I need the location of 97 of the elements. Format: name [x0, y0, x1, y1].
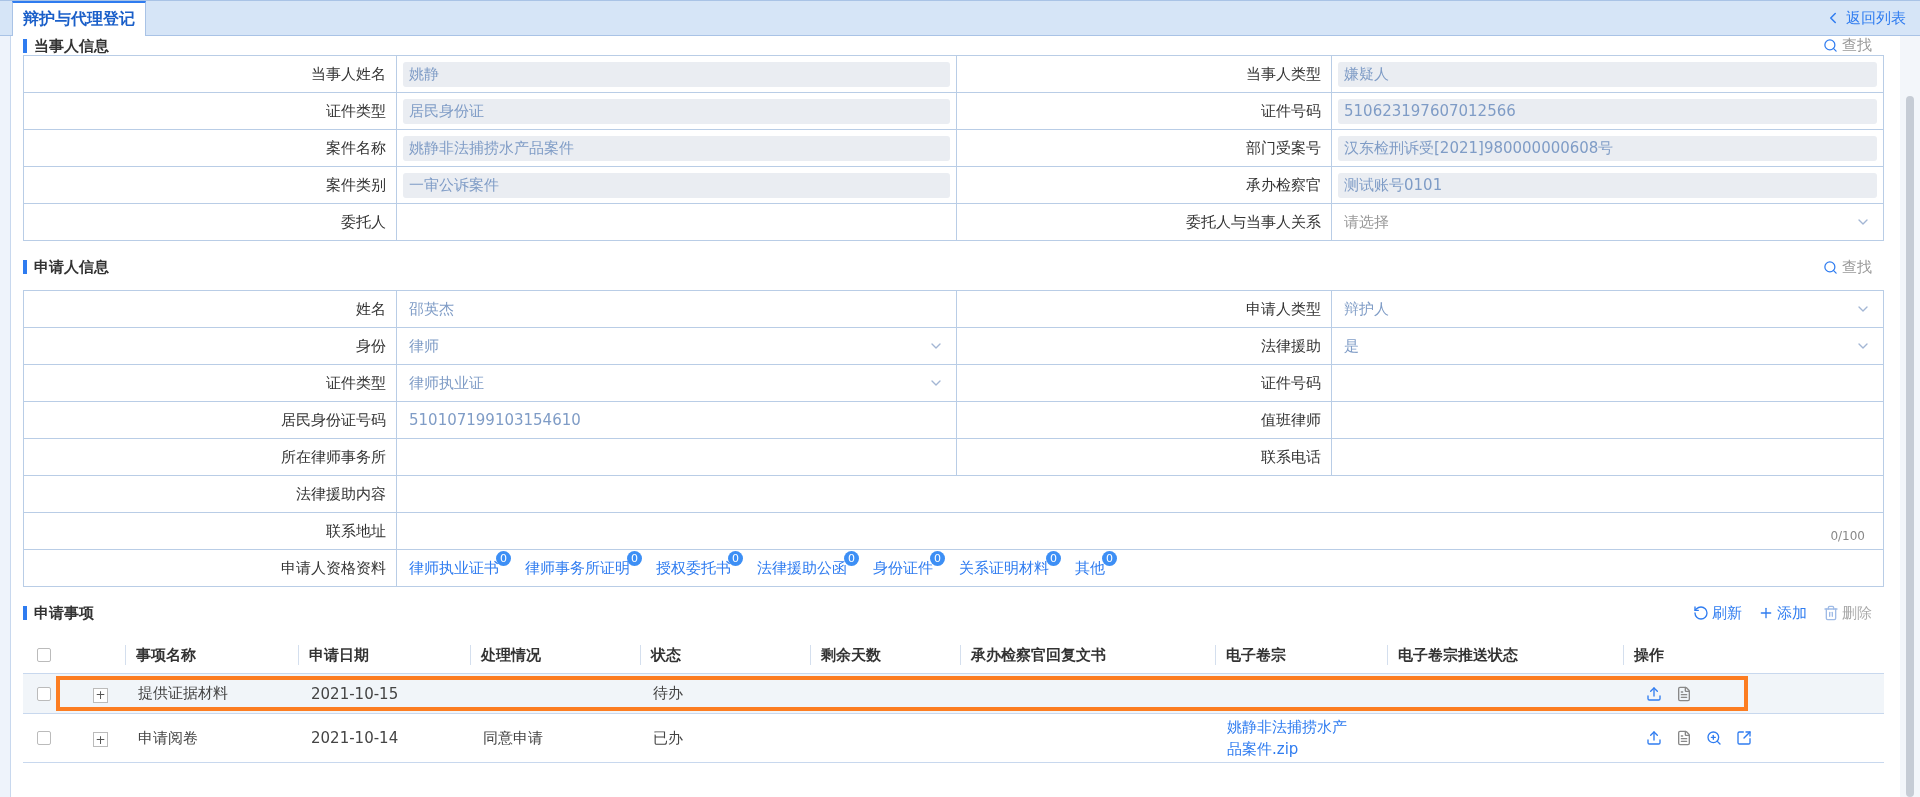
- document-icon[interactable]: [1676, 730, 1692, 746]
- field-label: 委托人与当事人关系: [957, 204, 1332, 241]
- plus-icon: [1758, 605, 1774, 621]
- field-label: 证件类型: [24, 93, 397, 130]
- readonly-field: 嫌疑人: [1338, 61, 1877, 87]
- field-label: 当事人类型: [957, 56, 1332, 93]
- readonly-field: 汉东检刑诉受[2021]980000000608号: [1338, 135, 1877, 161]
- column-header: 电子卷宗: [1215, 644, 1387, 665]
- section-title: 申请事项: [23, 606, 94, 620]
- select-field[interactable]: 律师: [403, 331, 950, 361]
- zoom-in-icon[interactable]: [1706, 730, 1722, 746]
- readonly-field: 姚静非法捕捞水产品案件: [403, 135, 950, 161]
- field-label: 案件类别: [24, 167, 397, 204]
- column-header: 承办检察官回复文书: [960, 644, 1215, 665]
- attachment-link[interactable]: 身份证件: [873, 558, 933, 578]
- row-checkbox[interactable]: [37, 686, 51, 701]
- table-cell-text: 2021-10-14: [310, 729, 400, 747]
- input-field[interactable]: [1332, 402, 1884, 439]
- attachment-link[interactable]: 法律援助公函: [757, 558, 847, 578]
- field-label: 值班律师: [957, 402, 1332, 439]
- field-label: 案件名称: [24, 130, 397, 167]
- input-field[interactable]: [1332, 439, 1884, 476]
- field-label: 证件号码: [957, 93, 1332, 130]
- column-header: 操作: [1623, 644, 1884, 665]
- input-field[interactable]: [397, 204, 957, 241]
- field-label: 申请人资格资料: [24, 550, 397, 587]
- refresh-button[interactable]: 刷新: [1693, 603, 1742, 623]
- expand-button[interactable]: +: [93, 732, 108, 747]
- field-label: 身份: [24, 328, 397, 365]
- field-label: 证件号码: [957, 365, 1332, 402]
- table-cell-text: 申请阅卷: [137, 728, 199, 748]
- document-icon[interactable]: [1676, 685, 1692, 702]
- back-link[interactable]: 返回列表: [1824, 8, 1906, 28]
- search-icon: [1823, 38, 1838, 53]
- attachment-link[interactable]: 律师事务所证明: [525, 558, 630, 578]
- field-label: 联系电话: [957, 439, 1332, 476]
- field-label: 法律援助内容: [24, 476, 397, 513]
- field-label: 居民身份证号码: [24, 402, 397, 439]
- input-field[interactable]: [397, 439, 957, 476]
- column-header: 处理情况: [470, 644, 640, 665]
- text-field[interactable]: 邵英杰: [403, 299, 950, 319]
- section-title: 当事人信息: [23, 38, 109, 53]
- file-link[interactable]: 姚静非法捕捞水产品案件.zip: [1215, 716, 1357, 760]
- tab[interactable]: 辩护与代理登记: [12, 1, 146, 36]
- field-label: 法律援助: [957, 328, 1332, 365]
- attachment-link[interactable]: 其他: [1075, 558, 1105, 578]
- field-label: 当事人姓名: [24, 56, 397, 93]
- upload-icon[interactable]: [1646, 685, 1662, 702]
- attachment-link[interactable]: 律师执业证书: [409, 558, 499, 578]
- table-cell-text: 2021-10-15: [310, 684, 400, 703]
- text-field[interactable]: 510107199103154610: [403, 411, 950, 429]
- field-label: 证件类型: [24, 365, 397, 402]
- select-field[interactable]: 请选择: [1338, 207, 1877, 237]
- trash-icon: [1823, 605, 1839, 621]
- select-field[interactable]: 辩护人: [1338, 294, 1877, 324]
- column-header: 剩余天数: [810, 644, 960, 665]
- attachment-link[interactable]: 授权委托书: [656, 558, 731, 578]
- field-label: 所在律师事务所: [24, 439, 397, 476]
- readonly-field: 一审公诉案件: [403, 172, 950, 198]
- field-label: 委托人: [24, 204, 397, 241]
- select-field[interactable]: 律师执业证: [403, 368, 950, 398]
- field-label: 姓名: [24, 291, 397, 328]
- column-header: 申请日期: [298, 644, 470, 665]
- count-badge: 0: [1046, 550, 1061, 566]
- search-icon: [1823, 259, 1838, 275]
- scrollbar-thumb[interactable]: [1906, 96, 1914, 797]
- field-label: 承办检察官: [957, 167, 1332, 204]
- upload-icon[interactable]: [1646, 730, 1662, 746]
- section-title: 申请人信息: [23, 260, 109, 274]
- readonly-field: 测试账号0101: [1338, 172, 1877, 198]
- expand-button[interactable]: +: [93, 687, 108, 703]
- attachment-link[interactable]: 关系证明材料: [959, 558, 1049, 578]
- column-header: 事项名称: [125, 644, 298, 665]
- readonly-field: 姚静: [403, 61, 950, 87]
- input-field[interactable]: [397, 476, 1884, 513]
- table-cell-text: 待办: [652, 684, 684, 703]
- column-header: 电子卷宗推送状态: [1387, 644, 1623, 665]
- select-all-checkbox[interactable]: [37, 647, 51, 662]
- row-checkbox[interactable]: [37, 731, 51, 745]
- refresh-icon: [1693, 605, 1709, 621]
- field-label: 联系地址: [24, 513, 397, 550]
- table-row[interactable]: + 提供证据材料 2021-10-15 待办: [23, 674, 1884, 714]
- readonly-field: 510623197607012566: [1338, 98, 1877, 124]
- char-counter: 0/100: [1830, 529, 1865, 543]
- add-button[interactable]: 添加: [1758, 603, 1807, 623]
- table-cell-text: 提供证据材料: [137, 684, 229, 703]
- column-header: 状态: [640, 644, 810, 665]
- find-link[interactable]: 查找: [1823, 257, 1872, 277]
- table-cell-text: 已办: [652, 728, 684, 748]
- select-field[interactable]: 是: [1338, 331, 1877, 361]
- table-cell-text: 同意申请: [482, 728, 544, 748]
- input-field[interactable]: [1332, 365, 1884, 402]
- readonly-field: 居民身份证: [403, 98, 950, 124]
- share-icon[interactable]: [1736, 730, 1752, 746]
- find-link[interactable]: 查找: [1823, 36, 1872, 55]
- field-label: 申请人类型: [957, 291, 1332, 328]
- field-label: 部门受案号: [957, 130, 1332, 167]
